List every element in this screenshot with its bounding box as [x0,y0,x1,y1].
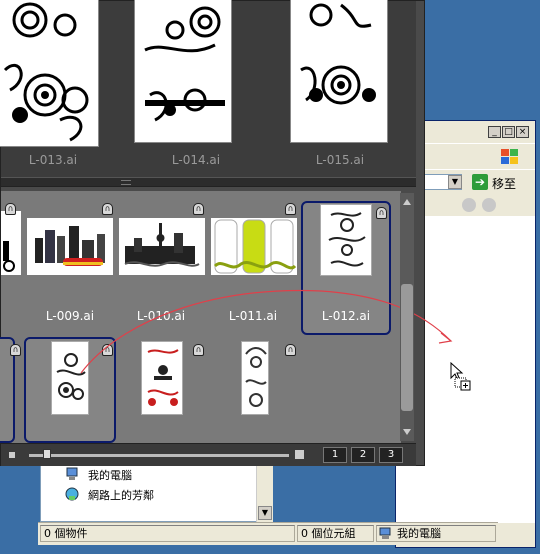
scroll-down-icon[interactable] [402,427,412,437]
lock-icon: ∩ [10,344,21,356]
back-icon[interactable] [462,198,476,212]
thumbnail-caption: L-013.ai [28,153,78,167]
network-icon [65,487,79,501]
forward-icon[interactable] [482,198,496,212]
slider-knob[interactable] [43,449,51,459]
lock-icon: ∩ [102,203,113,215]
lock-icon: ∩ [193,203,204,215]
thumbnail-image[interactable] [290,0,388,143]
thumbnail-image[interactable] [211,218,297,275]
thumbnail-size-slider[interactable] [29,454,289,457]
folder-item-label[interactable]: 我的電腦 [88,467,132,483]
status-byte-count: 0 個位元組 [297,525,374,542]
lock-icon: ∩ [5,203,16,215]
maximize-button[interactable]: □ [502,126,515,138]
minimize-button[interactable]: _ [488,126,501,138]
bridge-panel: L-013.ai L-014.ai L-015.ai ∩ ∩ L-009.ai … [0,0,453,466]
folder-scrollbar[interactable]: ▼ [256,460,273,522]
address-dropdown-button[interactable]: ▼ [448,175,462,189]
go-arrow-icon[interactable]: ➔ [472,174,488,190]
status-location: 我的電腦 [376,525,496,542]
thumbnail-image[interactable] [119,218,205,275]
thumbnail-image[interactable] [0,0,99,147]
thumbnail-image[interactable] [1,211,21,275]
thumbnail-caption: L-015.ai [315,153,365,167]
close-button[interactable]: × [516,126,529,138]
status-object-count: 0 個物件 [40,525,295,542]
drag-cursor-icon [450,362,472,392]
windows-logo-icon [500,148,520,166]
thumbnail-image[interactable] [320,204,372,276]
go-button-label[interactable]: 移至 [492,175,516,192]
view-button-3[interactable]: 3 [379,447,403,463]
splitter-grip-icon [121,180,131,185]
pane-splitter[interactable] [1,177,416,187]
lock-icon: ∩ [285,203,296,215]
small-thumb-icon[interactable] [9,452,15,458]
lock-icon: ∩ [376,207,387,219]
thumbnail-image[interactable] [27,218,113,275]
large-thumb-icon[interactable] [295,450,304,459]
scroll-down-button[interactable]: ▼ [258,506,272,520]
thumbnail-image[interactable] [134,0,232,143]
preview-pane: L-013.ai L-014.ai L-015.ai [0,0,416,177]
view-button-1[interactable]: 1 [323,447,347,463]
computer-icon [379,527,392,540]
scroll-up-icon[interactable] [402,197,412,207]
thumbnail-caption: L-014.ai [171,153,221,167]
view-button-2[interactable]: 2 [351,447,375,463]
computer-icon [65,467,79,481]
status-bar: 0 個物件 0 個位元組 我的電腦 [38,522,498,545]
folder-item-label[interactable]: 網路上的芳鄰 [88,487,154,503]
scrollbar-thumb[interactable] [401,284,413,411]
folder-tree: 我的電腦 網路上的芳鄰 [40,460,272,522]
bridge-bottom-bar: 1 2 3 [1,443,416,466]
